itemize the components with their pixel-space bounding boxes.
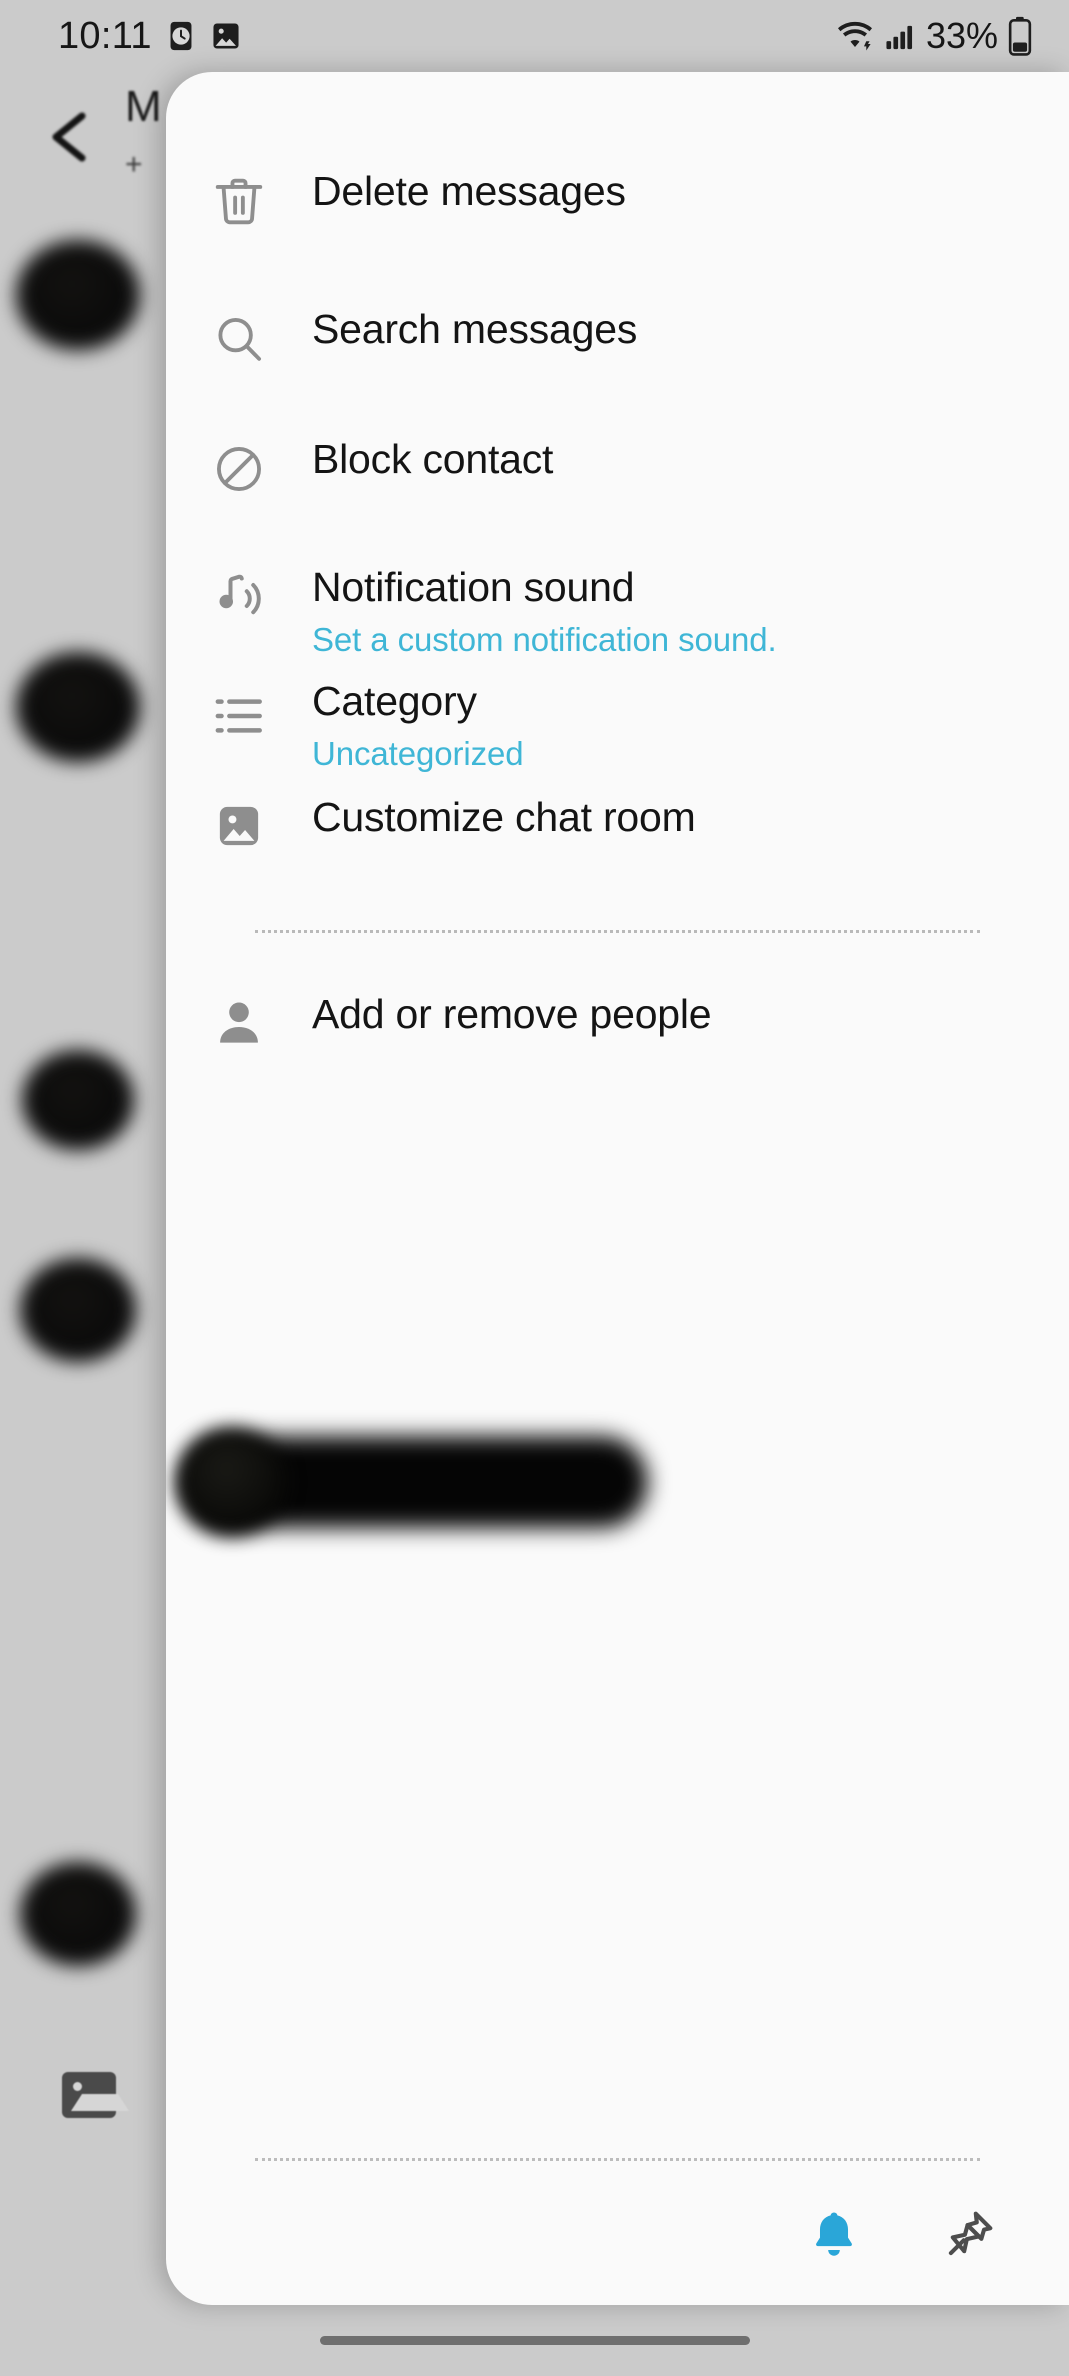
sheet-bottom-bar	[166, 2158, 1069, 2305]
wifi-icon	[834, 19, 876, 53]
image-icon	[166, 794, 312, 854]
backdrop-subtitle: +	[125, 148, 143, 181]
menu-item-label: Block contact	[312, 436, 554, 482]
section-divider	[166, 930, 1069, 933]
bottom-actions	[166, 2161, 1069, 2271]
menu-item-label: Customize chat room	[312, 794, 696, 840]
menu-item-sublabel: Uncategorized	[312, 735, 524, 773]
gallery-placeholder-icon	[62, 2072, 129, 2118]
menu-item-notification-sound[interactable]: Notification sound Set a custom notifica…	[166, 564, 1069, 664]
bell-icon[interactable]	[797, 2197, 871, 2271]
menu-item-label: Delete messages	[312, 168, 626, 214]
menu-item-sublabel: Set a custom notification sound.	[312, 621, 777, 659]
trash-icon	[166, 168, 312, 230]
menu-item-label: Search messages	[312, 306, 638, 352]
redacted-participant-name	[166, 1406, 686, 1566]
menu-item-label: Add or remove people	[312, 991, 712, 1037]
avatar	[16, 240, 140, 350]
gallery-icon	[210, 20, 242, 52]
avatar	[16, 652, 140, 762]
phone-screen: M + Delete messages Search messages Bloc…	[0, 0, 1069, 2376]
avatar	[20, 1862, 136, 1966]
music-note-icon	[166, 564, 312, 628]
avatar	[20, 1258, 136, 1362]
pin-icon[interactable]	[933, 2197, 1007, 2271]
person-icon	[166, 991, 312, 1051]
avatar	[22, 1050, 134, 1150]
menu-item-add-remove-people[interactable]: Add or remove people	[166, 991, 1069, 1091]
cellular-signal-icon	[885, 21, 917, 51]
battery-icon	[1007, 16, 1033, 56]
chat-options-sheet: Delete messages Search messages Block co…	[166, 72, 1069, 2305]
status-bar: 10:11 33%	[0, 0, 1069, 72]
search-icon	[166, 306, 312, 368]
menu-item-block-contact[interactable]: Block contact	[166, 436, 1069, 536]
alarm-clock-icon	[166, 20, 196, 52]
block-icon	[166, 436, 312, 498]
menu-item-category[interactable]: Category Uncategorized	[166, 678, 1069, 778]
backdrop-title: M	[125, 82, 162, 131]
status-time: 10:11	[58, 14, 152, 57]
gesture-pill[interactable]	[319, 2335, 750, 2345]
menu-list: Delete messages Search messages Block co…	[166, 72, 1069, 1091]
gesture-navigation-bar[interactable]	[0, 2304, 1069, 2376]
menu-item-customize-chat-room[interactable]: Customize chat room	[166, 794, 1069, 894]
menu-item-label: Category	[312, 678, 477, 724]
menu-item-search-messages[interactable]: Search messages	[166, 306, 1069, 406]
menu-item-label: Notification sound	[312, 564, 635, 610]
list-icon	[166, 678, 312, 740]
back-arrow-icon[interactable]	[42, 108, 100, 166]
menu-item-delete-messages[interactable]: Delete messages	[166, 168, 1069, 268]
battery-percent: 33%	[925, 15, 998, 56]
